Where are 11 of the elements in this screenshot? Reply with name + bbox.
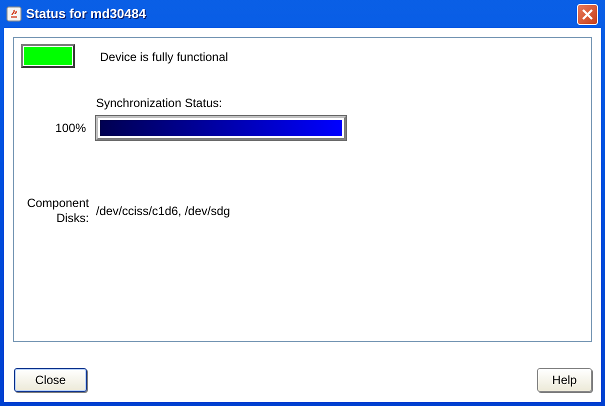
component-disks-label: Component Disks: <box>26 196 89 226</box>
help-button[interactable]: Help <box>537 368 592 392</box>
window-title: Status for md30484 <box>26 5 147 24</box>
app-icon <box>6 6 22 22</box>
close-button[interactable]: Close <box>14 368 87 392</box>
sync-label: Synchronization Status: <box>96 95 224 112</box>
sync-percent: 100% <box>54 120 86 137</box>
status-text: Device is fully functional <box>100 49 228 66</box>
close-icon <box>581 8 594 20</box>
window-close-button[interactable] <box>577 4 598 24</box>
component-disks-value: /dev/cciss/c1d6, /dev/sdg <box>96 203 230 220</box>
